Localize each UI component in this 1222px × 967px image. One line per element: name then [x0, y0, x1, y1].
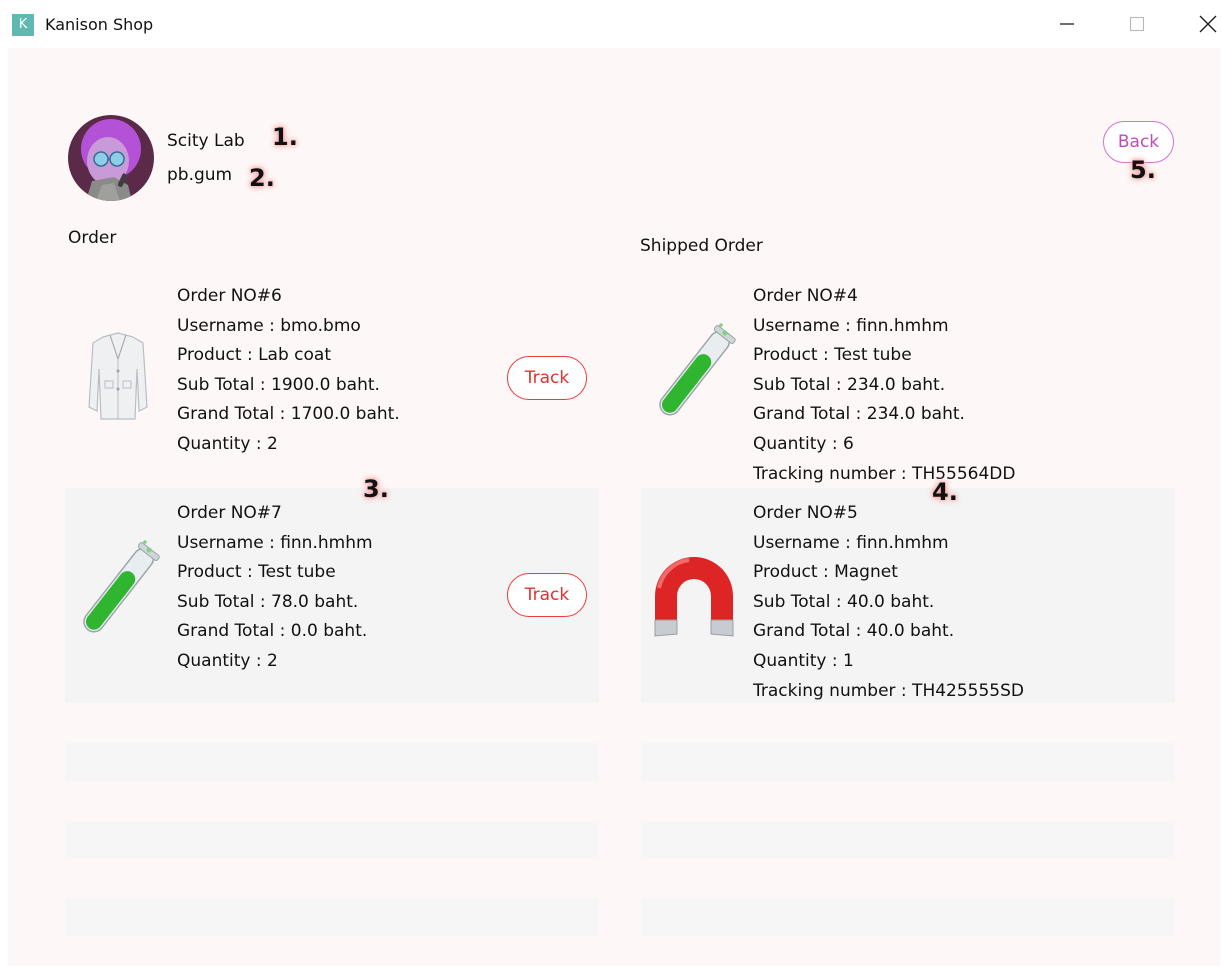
lab-coat-icon — [73, 319, 163, 429]
minimize-icon — [1060, 23, 1074, 25]
order-details: Order NO#5 Username : finn.hmhm Product … — [753, 499, 1024, 706]
order-product: Product : Magnet — [753, 562, 898, 583]
shipped-order-card: Order NO#4 Username : finn.hmhm Product … — [641, 271, 1175, 486]
close-button[interactable] — [1188, 10, 1222, 38]
tracking-number: Tracking number : TH425555SD — [753, 680, 1025, 701]
annotation-marker-5: 5. — [1130, 156, 1156, 184]
order-details: Order NO#4 Username : finn.hmhm Product … — [753, 282, 1016, 489]
empty-shipped-row — [641, 821, 1175, 859]
annotation-marker-1: 1. — [272, 123, 298, 151]
empty-order-row — [65, 821, 599, 859]
annotation-marker-4: 4. — [932, 478, 958, 506]
annotation-marker-3: 3. — [363, 475, 389, 503]
order-sub-total: Sub Total : 1900.0 baht. — [177, 374, 380, 395]
order-username: Username : finn.hmhm — [753, 532, 949, 553]
order-grand-total: Grand Total : 1700.0 baht. — [177, 404, 400, 425]
shipped-order-card: Order NO#5 Username : finn.hmhm Product … — [641, 488, 1175, 703]
order-details: Order NO#7 Username : finn.hmhm Product … — [177, 499, 373, 677]
avatar-image — [68, 115, 154, 201]
order-number: Order NO#4 — [753, 286, 858, 306]
empty-shipped-row — [641, 743, 1175, 781]
order-username: Username : bmo.bmo — [177, 315, 361, 336]
order-details: Order NO#6 Username : bmo.bmo Product : … — [177, 282, 400, 460]
order-username: Username : finn.hmhm — [753, 315, 949, 336]
order-card: Order NO#6 Username : bmo.bmo Product : … — [65, 271, 599, 486]
test-tube-icon — [73, 536, 163, 646]
order-quantity: Quantity : 2 — [177, 433, 278, 454]
order-section-title: Order — [68, 228, 117, 248]
minimize-button[interactable] — [1047, 10, 1087, 38]
empty-shipped-row — [641, 898, 1175, 936]
test-tube-icon — [649, 319, 739, 429]
order-username: Username : finn.hmhm — [177, 532, 373, 553]
tracking-number: Tracking number : TH55564DD — [753, 463, 1016, 484]
app-icon: K — [12, 14, 34, 36]
order-grand-total: Grand Total : 234.0 baht. — [753, 404, 965, 425]
order-product: Product : Test tube — [753, 345, 912, 366]
order-grand-total: Grand Total : 40.0 baht. — [753, 621, 955, 642]
maximize-button[interactable] — [1117, 10, 1157, 38]
order-number: Order NO#5 — [753, 503, 858, 523]
order-sub-total: Sub Total : 78.0 baht. — [177, 591, 359, 612]
window-title: Kanison Shop — [45, 15, 154, 34]
close-icon — [1199, 15, 1217, 33]
order-sub-total: Sub Total : 234.0 baht. — [753, 374, 946, 395]
order-grand-total: Grand Total : 0.0 baht. — [177, 621, 368, 642]
order-card: Order NO#7 Username : finn.hmhm Product … — [65, 488, 599, 703]
empty-order-row — [65, 743, 599, 781]
main-content: Scity Lab pb.gum 1. 2. Back 5. Order Shi… — [8, 48, 1220, 966]
shop-name: Scity Lab — [167, 131, 245, 151]
shipped-order-section-title: Shipped Order — [640, 236, 763, 256]
order-quantity: Quantity : 6 — [753, 433, 854, 454]
order-quantity: Quantity : 1 — [753, 650, 854, 671]
empty-order-row — [65, 898, 599, 936]
order-number: Order NO#6 — [177, 286, 282, 306]
maximize-icon — [1129, 16, 1145, 32]
avatar — [68, 115, 154, 201]
order-product: Product : Lab coat — [177, 345, 331, 366]
order-sub-total: Sub Total : 40.0 baht. — [753, 591, 935, 612]
title-bar: K Kanison Shop — [0, 0, 1222, 48]
magnet-icon — [649, 536, 739, 646]
order-quantity: Quantity : 2 — [177, 650, 278, 671]
annotation-marker-2: 2. — [249, 164, 275, 192]
profile-username: pb.gum — [167, 165, 233, 185]
order-product: Product : Test tube — [177, 562, 336, 583]
track-button[interactable]: Track — [507, 573, 587, 617]
order-number: Order NO#7 — [177, 503, 282, 523]
track-button[interactable]: Track — [507, 356, 587, 400]
